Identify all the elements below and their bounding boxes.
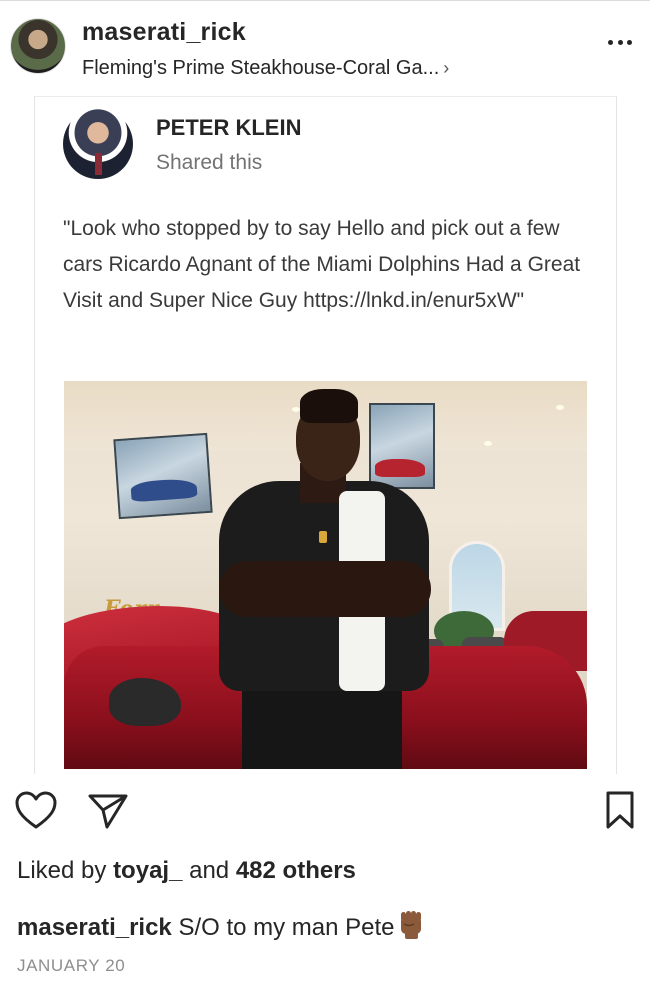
caption-username[interactable]: maserati_rick xyxy=(17,914,172,941)
shared-text: "Look who stopped by to say Hello and pi… xyxy=(63,217,581,312)
person-hair xyxy=(300,389,358,423)
ceiling-light xyxy=(556,405,564,410)
ceiling-light xyxy=(484,441,492,446)
hanging-banner xyxy=(113,432,213,520)
action-bar xyxy=(0,790,650,840)
chevron-right-icon: › xyxy=(443,58,450,78)
shared-post-card[interactable]: PETER KLEIN Shared this "Look who stoppe… xyxy=(34,96,617,774)
banner-car xyxy=(375,459,425,477)
liked-by-user[interactable]: toyaj_ xyxy=(113,857,182,884)
location-text: Fleming's Prime Steakhouse-Coral Ga... xyxy=(82,57,440,79)
ceiling-light xyxy=(292,407,300,412)
tie-shape xyxy=(95,153,102,175)
likes-prefix: Liked by xyxy=(17,857,114,884)
banner-car xyxy=(130,477,198,503)
dot-icon xyxy=(627,39,632,45)
post-header: maserati_rick Fleming's Prime Steakhouse… xyxy=(0,0,650,96)
more-options-icon[interactable] xyxy=(608,38,632,46)
heart-icon[interactable] xyxy=(14,790,58,835)
post-location[interactable]: Fleming's Prime Steakhouse-Coral Ga... › xyxy=(82,57,449,80)
person-pants xyxy=(242,681,402,769)
shared-subtitle: Shared this xyxy=(156,151,263,174)
caption-text: S/O to my man Pete xyxy=(171,914,395,941)
raised-fist-emoji xyxy=(397,910,425,947)
post-photo[interactable]: Ferr xyxy=(64,381,587,769)
likes-line[interactable]: Liked by toyaj_ and 482 others xyxy=(17,857,356,885)
likes-count[interactable]: 482 others xyxy=(236,857,356,884)
shared-author-avatar xyxy=(63,109,133,179)
likes-middle: and xyxy=(182,857,236,884)
bookmark-icon[interactable] xyxy=(604,790,636,835)
post-caption: maserati_rick S/O to my man Pete xyxy=(17,910,425,947)
post-date: JANUARY 20 xyxy=(17,956,126,975)
hanging-banner xyxy=(369,403,435,489)
shared-author-name: PETER KLEIN xyxy=(156,115,302,140)
dot-icon xyxy=(617,39,623,45)
paper-plane-icon[interactable] xyxy=(87,790,129,835)
dot-icon xyxy=(608,39,613,45)
person-arms xyxy=(219,561,431,617)
user-avatar[interactable] xyxy=(10,18,66,74)
post-username[interactable]: maserati_rick xyxy=(82,18,246,47)
chain-pendant xyxy=(319,531,327,543)
